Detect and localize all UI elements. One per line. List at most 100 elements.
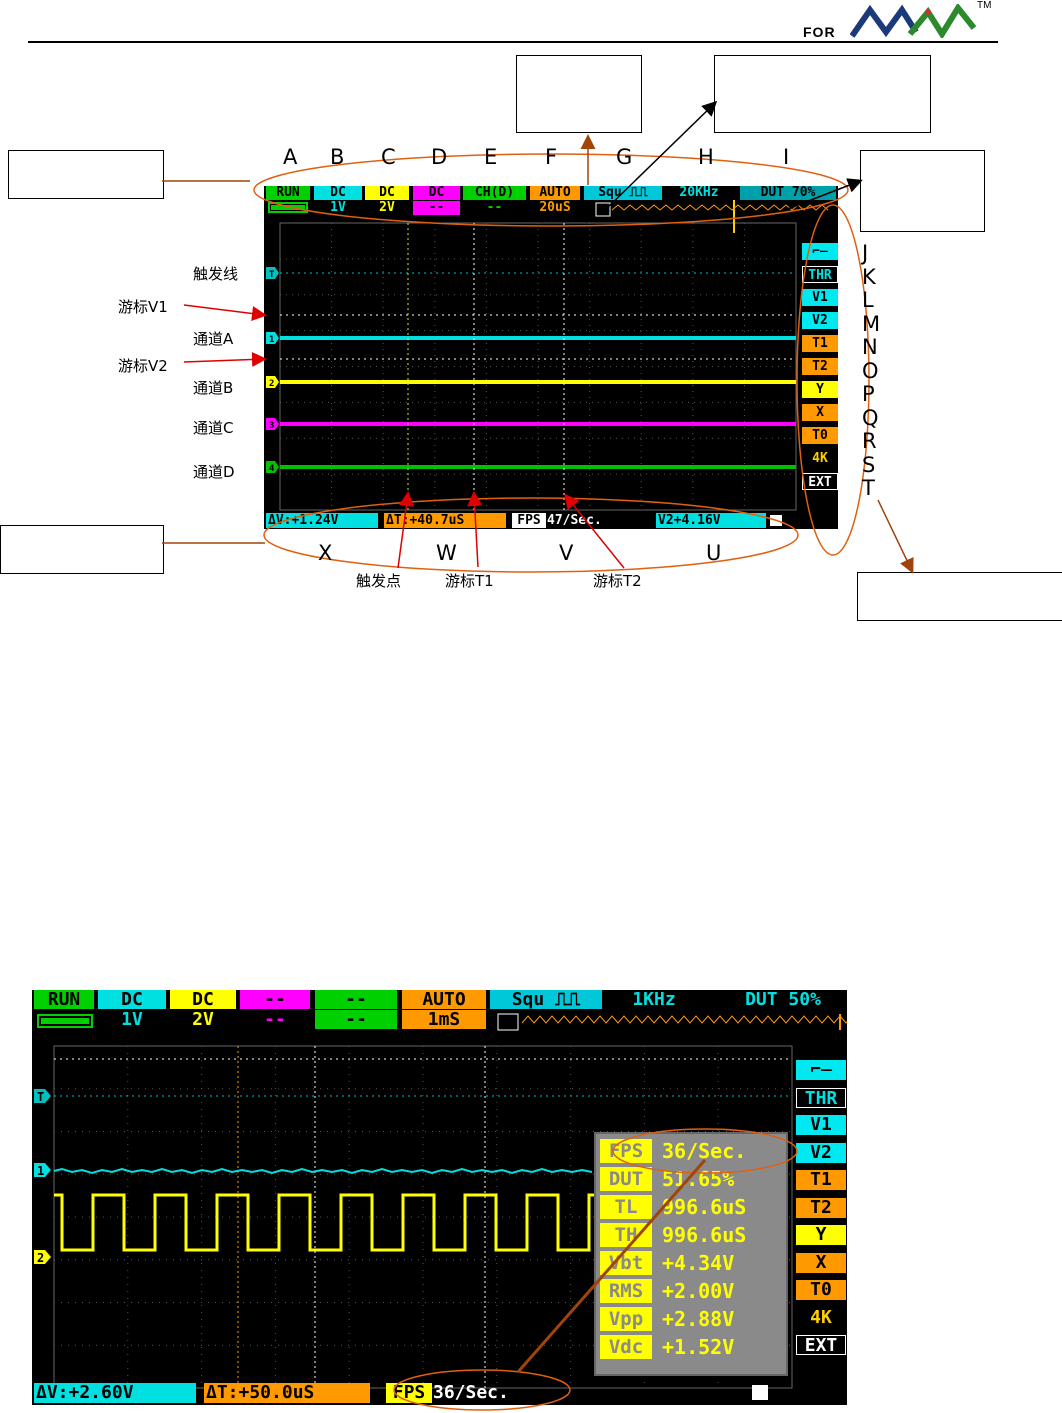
- s2-side-button-10[interactable]: EXT: [796, 1335, 846, 1356]
- s1-side-button-8[interactable]: T0: [802, 427, 838, 444]
- letter-j: J: [862, 241, 869, 265]
- letter-c: C: [381, 145, 396, 169]
- oscilloscope-screen-1: RUN DC 1V DC 2V DC -- CH(D) -- AUTO 20uS Squ ⎍⎍ 20KH…: [264, 186, 838, 529]
- s1-side-button-1[interactable]: THR: [802, 266, 838, 283]
- letter-r: R: [862, 429, 877, 453]
- channel-marker-1-label: 1: [269, 335, 274, 345]
- label-trigger-point: 触发点: [356, 572, 402, 590]
- usb-icon[interactable]: [752, 1385, 768, 1400]
- label-channel-c: 通道C: [193, 419, 234, 437]
- s2-side-button-3[interactable]: V2: [796, 1142, 846, 1163]
- channel-marker-T: T: [34, 1089, 51, 1104]
- channel-marker-2: 2: [266, 376, 279, 389]
- s2-side-button-1[interactable]: THR: [796, 1087, 846, 1108]
- annotation-box-top-row: [8, 150, 164, 199]
- channel-marker-T-label: T: [37, 1090, 44, 1104]
- letter-f: F: [545, 145, 558, 169]
- letter-n: N: [862, 335, 878, 359]
- letter-s: S: [862, 452, 876, 477]
- fps-value: 47/Sec.: [547, 513, 602, 528]
- s1-side-button-7[interactable]: X: [802, 404, 838, 421]
- letter-i: I: [783, 145, 790, 169]
- measure-value-tl: 996.6uS: [662, 1195, 747, 1219]
- measure-name-vbt: Vbt: [600, 1251, 652, 1275]
- s2-side-button-7[interactable]: X: [796, 1252, 846, 1273]
- v2-readout: V2+4.16V: [656, 513, 766, 528]
- s1-side-button-3[interactable]: V2: [802, 312, 838, 329]
- trigger-mode-icon: [595, 202, 611, 217]
- annotation-box-bottom-row: [0, 525, 164, 574]
- delta-t-readout: ΔT:+40.7uS: [384, 513, 506, 528]
- s1-side-button-2[interactable]: V1: [802, 289, 838, 306]
- measure-name-vdc: Vdc: [600, 1335, 652, 1359]
- letter-e: E: [484, 145, 498, 169]
- letter-o: O: [862, 358, 879, 383]
- s1-side-button-6[interactable]: Y: [802, 381, 838, 398]
- letter-v: V: [559, 541, 574, 565]
- s1-side-button-0[interactable]: ⌐̶: [802, 243, 838, 260]
- channel-marker-3: 3: [266, 418, 279, 431]
- measure-value-vpp: +2.88V: [662, 1307, 735, 1331]
- measure-name-th: TH: [600, 1223, 652, 1247]
- s2-side-button-5[interactable]: T2: [796, 1197, 846, 1218]
- letter-m: M: [862, 311, 881, 336]
- channel-marker-1-label: 1: [37, 1164, 44, 1178]
- letter-l: L: [862, 288, 874, 312]
- measure-value-vbt: +4.34V: [662, 1251, 735, 1275]
- label-cursor-v1: 游标V1: [118, 298, 168, 316]
- label-cursor-t2: 游标T2: [593, 572, 642, 590]
- measure-name-rms: RMS: [600, 1279, 652, 1303]
- label-cursor-t1: 游标T1: [445, 572, 494, 590]
- s2-side-button-0[interactable]: ⌐̶: [796, 1060, 846, 1080]
- measure-name-dut: DUT: [600, 1167, 652, 1191]
- measure-name-vpp: Vpp: [600, 1307, 652, 1331]
- channel-marker-T: T: [266, 267, 279, 280]
- s2-side-button-9[interactable]: 4K: [796, 1307, 846, 1328]
- letter-g: G: [616, 145, 633, 169]
- letter-b: B: [330, 145, 345, 169]
- letter-p: P: [862, 382, 875, 406]
- s1-side-button-5[interactable]: T2: [802, 358, 838, 375]
- measurement-panel: FPS 36/Sec. DUT 51.65% TL 996.6uS TH 996.6uS Vbt…: [594, 1132, 788, 1376]
- letter-q: Q: [862, 405, 879, 430]
- s2-side-button-6[interactable]: Y: [796, 1225, 846, 1245]
- channel-marker-T-label: T: [269, 270, 275, 280]
- channel-marker-4-label: 4: [269, 464, 275, 474]
- channel-marker-4: 4: [266, 461, 279, 474]
- trace-channel-b: [54, 1193, 620, 1252]
- measure-value-th: 996.6uS: [662, 1223, 747, 1247]
- delta-v-readout: ΔV:+1.24V: [266, 513, 378, 528]
- label-channel-b: 通道B: [193, 379, 234, 397]
- usb-icon[interactable]: [770, 515, 782, 526]
- battery-level: [271, 205, 305, 210]
- channel-marker-3-label: 3: [269, 421, 274, 431]
- measure-value-rms: +2.00V: [662, 1279, 735, 1303]
- delta-t-readout: ΔT:+50.0uS: [204, 1383, 370, 1403]
- channel-marker-2-label: 2: [37, 1251, 44, 1265]
- letter-x: X: [318, 541, 333, 565]
- measure-value-vdc: +1.52V: [662, 1335, 735, 1359]
- letter-a: A: [283, 145, 298, 169]
- fps-label: FPS: [512, 513, 546, 528]
- s2-side-button-4[interactable]: T1: [796, 1170, 846, 1190]
- s1-side-button-9[interactable]: 4K: [802, 450, 838, 467]
- s1-side-button-10[interactable]: EXT: [802, 473, 838, 490]
- delta-v-readout: ΔV:+2.60V: [34, 1383, 196, 1403]
- memory-position-bar: [521, 1015, 847, 1024]
- letter-w: W: [436, 541, 457, 565]
- s2-side-button-8[interactable]: T0: [796, 1280, 846, 1300]
- annotation-box-g: [516, 55, 642, 133]
- label-trigger-line: 触发线: [193, 265, 239, 283]
- s2-side-button-2[interactable]: V1: [796, 1115, 846, 1135]
- letter-h: H: [698, 145, 714, 169]
- fps-label: FPS: [386, 1383, 432, 1403]
- letter-k: K: [862, 264, 876, 289]
- annotation-box-i: [860, 150, 985, 232]
- s1-side-button-4[interactable]: T1: [802, 335, 838, 352]
- measure-name-tl: TL: [600, 1195, 652, 1219]
- trademark-label: TM: [977, 0, 992, 11]
- letter-u: U: [706, 541, 722, 565]
- channel-marker-2: 2: [34, 1250, 51, 1265]
- memory-position-bar: [611, 204, 829, 211]
- measure-name-fps: FPS: [600, 1139, 652, 1163]
